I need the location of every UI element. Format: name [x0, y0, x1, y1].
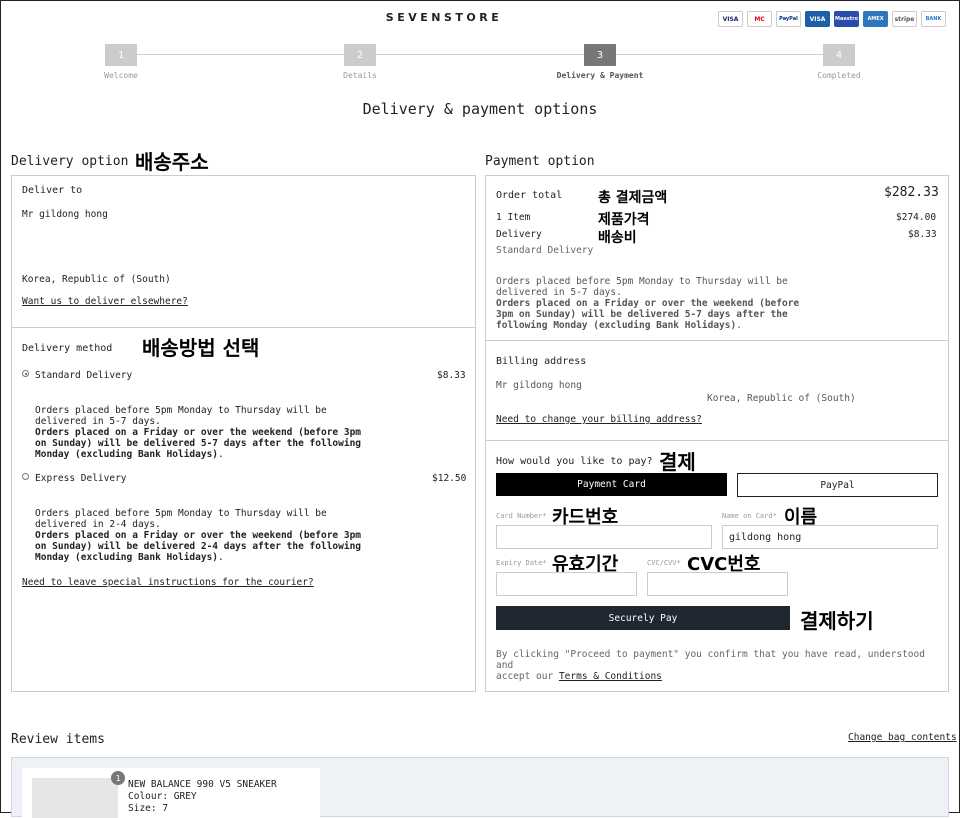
- delivery-address-annotation: 배송주소: [135, 150, 209, 174]
- card-number-input[interactable]: [496, 525, 712, 549]
- standard-delivery-radio[interactable]: [22, 370, 29, 377]
- deliver-to-label: Deliver to: [22, 185, 83, 196]
- divider: [12, 327, 475, 328]
- delivery-type: Standard Delivery: [496, 245, 594, 256]
- billing-name: Mr gildong hong: [496, 380, 582, 391]
- delivery-cost-annotation: 배송비: [598, 230, 637, 246]
- items-label: 1 Item: [496, 212, 531, 223]
- bank-logo-icon: BANK: [921, 11, 946, 27]
- item-name: NEW BALANCE 990 V5 SNEAKER: [128, 779, 277, 790]
- stripe-logo-icon: stripe: [892, 11, 917, 27]
- page-title: Delivery & payment options: [362, 100, 598, 118]
- review-items-title: Review items: [11, 732, 105, 747]
- express-delivery-radio[interactable]: [22, 473, 29, 480]
- payment-annotation: 결제: [659, 450, 696, 474]
- order-total-annotation: 총 결제금액: [598, 190, 668, 206]
- express-delivery-desc: Orders placed before 5pm Monday to Thurs…: [35, 508, 362, 563]
- courier-instructions-link[interactable]: Need to leave special instructions for t…: [22, 577, 314, 588]
- amex-logo-icon: AMEX: [863, 11, 888, 27]
- payment-section-title: Payment option: [485, 154, 595, 169]
- express-delivery-price: $12.50: [432, 473, 467, 484]
- items-price-annotation: 제품가격: [598, 212, 650, 228]
- item-quantity-badge: 1: [111, 771, 125, 785]
- step-4-label: Completed: [817, 71, 861, 80]
- progress-line: [121, 54, 839, 55]
- product-image: [32, 778, 118, 818]
- delivery-method-label: Delivery method: [22, 343, 113, 354]
- expiry-date-input[interactable]: [496, 572, 637, 596]
- card-number-label: Card Number*: [496, 512, 547, 520]
- visa-debit-logo-icon: VISA: [805, 11, 830, 27]
- order-total-label: Order total: [496, 190, 563, 201]
- step-2-label: Details: [343, 71, 377, 80]
- step-1-label: Welcome: [104, 71, 138, 80]
- deliver-to-country: Korea, Republic of (South): [22, 274, 171, 285]
- payment-logos: VISA MC PayPal VISA Maestro AMEX stripe …: [718, 11, 946, 27]
- step-1: 1: [105, 44, 137, 66]
- name-on-card-input[interactable]: gildong hong: [722, 525, 938, 549]
- deliver-elsewhere-link[interactable]: Want us to deliver elsewhere?: [22, 296, 188, 307]
- change-bag-link[interactable]: Change bag contents: [848, 732, 957, 743]
- express-delivery-label[interactable]: Express Delivery: [35, 473, 127, 484]
- change-billing-link[interactable]: Need to change your billing address?: [496, 414, 702, 425]
- item-colour: Colour: GREY: [128, 791, 197, 802]
- tab-payment-card[interactable]: Payment Card: [496, 473, 727, 496]
- delivery-cost: $8.33: [908, 229, 937, 240]
- delivery-section-title: Delivery option: [11, 154, 129, 169]
- billing-country: Korea, Republic of (South): [707, 393, 856, 404]
- paypal-logo-icon: PayPal: [776, 11, 801, 27]
- step-2: 2: [344, 44, 376, 66]
- step-3-label: Delivery & Payment: [556, 71, 644, 80]
- how-to-pay-label: How would you like to pay?: [496, 456, 653, 467]
- terms-text: By clicking "Proceed to payment" you con…: [496, 649, 925, 682]
- step-4: 4: [823, 44, 855, 66]
- pay-annotation: 결제하기: [800, 609, 874, 633]
- item-size: Size: 7: [128, 803, 169, 814]
- standard-delivery-label[interactable]: Standard Delivery: [35, 370, 132, 381]
- order-total-value: $282.33: [884, 185, 939, 200]
- items-price: $274.00: [896, 212, 937, 223]
- cvc-input[interactable]: [647, 572, 788, 596]
- billing-address-label: Billing address: [496, 356, 587, 367]
- standard-delivery-desc: Orders placed before 5pm Monday to Thurs…: [35, 405, 362, 460]
- terms-link[interactable]: Terms & Conditions: [559, 671, 662, 682]
- delivery-method-annotation: 배송방법 선택: [142, 336, 260, 360]
- visa-logo-icon: VISA: [718, 11, 743, 27]
- cvc-label: CVC/CVV*: [647, 559, 681, 567]
- divider: [486, 340, 948, 341]
- deliver-to-name: Mr gildong hong: [22, 209, 108, 220]
- expiry-date-label: Expiry Date*: [496, 559, 547, 567]
- delivery-cost-label: Delivery: [496, 229, 542, 240]
- divider: [486, 440, 948, 441]
- securely-pay-button[interactable]: Securely Pay: [496, 606, 790, 630]
- tab-paypal[interactable]: PayPal: [737, 473, 938, 497]
- order-delivery-desc: Orders placed before 5pm Monday to Thurs…: [496, 276, 800, 331]
- name-on-card-label: Name on Card*: [722, 512, 777, 520]
- step-3-active: 3: [584, 44, 616, 66]
- standard-delivery-price: $8.33: [437, 370, 466, 381]
- maestro-logo-icon: Maestro: [834, 11, 859, 27]
- mastercard-logo-icon: MC: [747, 11, 772, 27]
